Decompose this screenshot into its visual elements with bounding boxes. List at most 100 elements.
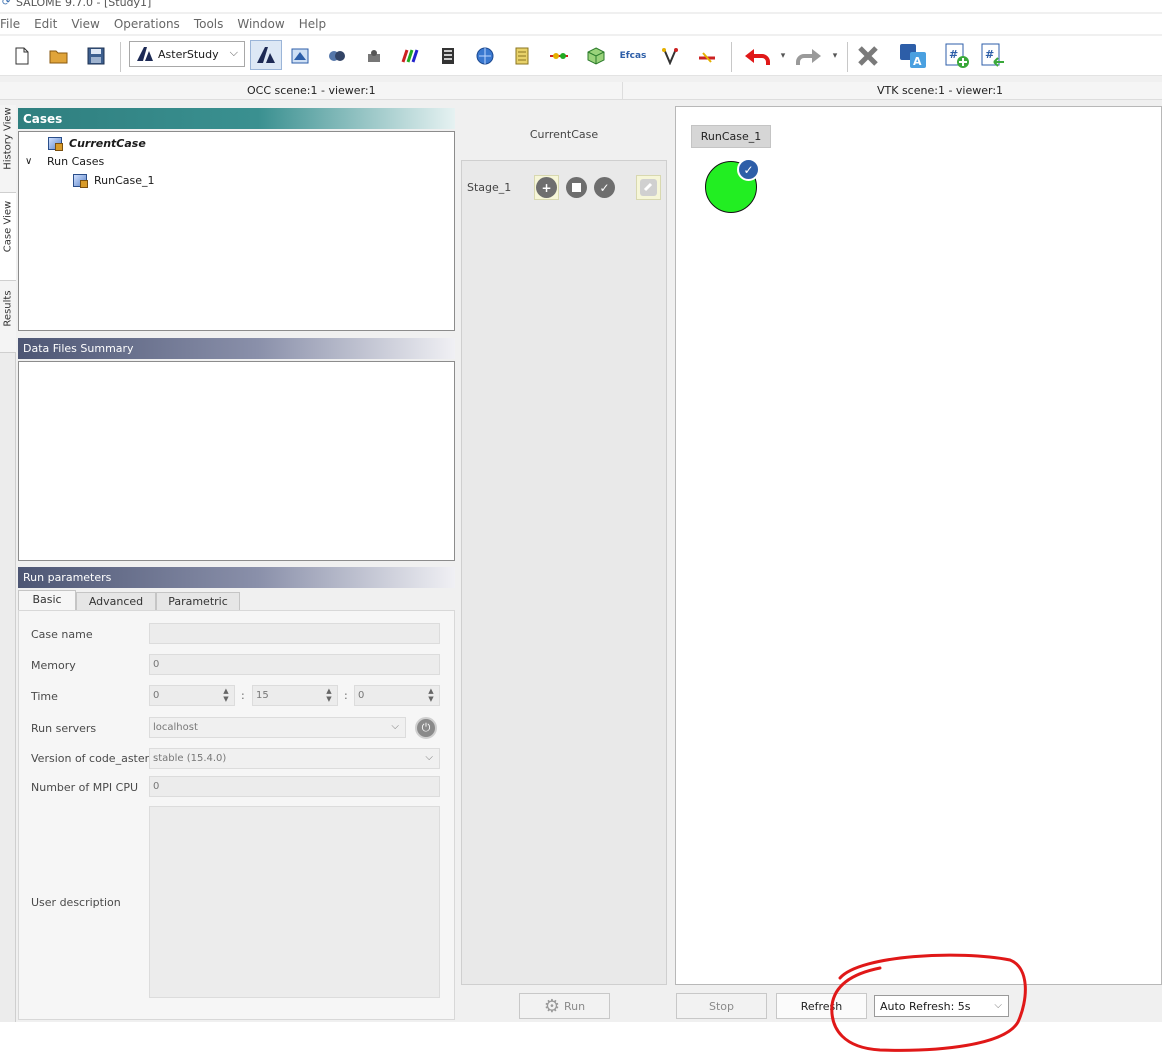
run-parameters-header: Run parameters	[18, 567, 455, 588]
redo-dropdown-icon[interactable]: ▾	[828, 43, 842, 69]
refresh-button[interactable]: Refresh	[776, 993, 867, 1019]
open-folder-icon[interactable]	[46, 43, 72, 69]
time-separator: :	[344, 689, 348, 702]
menu-tools[interactable]: Tools	[187, 17, 231, 31]
smesh-icon[interactable]	[324, 43, 350, 69]
mpi-cpu-field[interactable]: 0	[149, 776, 440, 797]
status-bar	[0, 1022, 1162, 1055]
case-icon	[73, 173, 88, 188]
memory-label: Memory	[31, 659, 76, 672]
time-minutes-stepper[interactable]: 15 ▲ ▼	[252, 685, 338, 706]
redo-icon[interactable]	[792, 43, 826, 69]
tab-results[interactable]: Results	[0, 281, 16, 353]
tab-basic[interactable]: Basic	[18, 590, 76, 610]
salome-app-icon: ⟳	[2, 0, 11, 8]
matrix-icon[interactable]	[435, 43, 461, 69]
notes-icon[interactable]	[509, 43, 535, 69]
user-description-textarea[interactable]	[149, 806, 440, 998]
delete-icon[interactable]	[855, 43, 881, 69]
tool-icon[interactable]	[694, 43, 720, 69]
globe-icon[interactable]	[472, 43, 498, 69]
run-servers-label: Run servers	[31, 722, 97, 735]
paravis-icon[interactable]	[361, 43, 387, 69]
tab-case-view-label: Case View	[2, 200, 14, 253]
title-bar: ⟳ SALOME 9.7.0 - [Study1]	[0, 0, 1162, 12]
cases-tree: CurrentCase ∨ Run Cases RunCase_1	[18, 131, 455, 331]
tab-parametric[interactable]: Parametric	[156, 592, 240, 610]
module-name: AsterStudy	[158, 47, 219, 61]
memory-field[interactable]: 0	[149, 654, 440, 675]
time-hours-value: 0	[153, 690, 160, 701]
spin-arrows-icon[interactable]: ▲ ▼	[219, 687, 233, 704]
chevron-down-icon[interactable]: ∨	[25, 156, 47, 167]
viewer-title-bar: OCC scene:1 - viewer:1 VTK scene:1 - vie…	[0, 82, 1162, 100]
translate-icon[interactable]: A	[897, 43, 929, 69]
geometry-icon[interactable]	[287, 43, 313, 69]
menu-window[interactable]: Window	[230, 17, 291, 31]
occ-viewer-title[interactable]: OCC scene:1 - viewer:1	[247, 84, 376, 97]
version-select[interactable]: stable (15.4.0) ⌵	[149, 748, 440, 769]
stop-stage-icon[interactable]	[566, 177, 587, 198]
run-cases-label: Run Cases	[47, 154, 105, 168]
new-file-icon[interactable]	[9, 43, 35, 69]
menu-edit[interactable]: Edit	[27, 17, 64, 31]
efcas-icon[interactable]: Efcas	[620, 43, 647, 69]
spin-arrows-icon[interactable]: ▲ ▼	[424, 687, 438, 704]
attachment-icon[interactable]	[636, 175, 661, 200]
user-description-label: User description	[31, 896, 121, 909]
run-servers-value: localhost	[153, 722, 198, 733]
run-servers-select[interactable]: localhost ⌵	[149, 717, 406, 738]
case-icon	[48, 136, 63, 151]
tree-item-run-cases[interactable]: ∨ Run Cases	[25, 152, 104, 170]
stop-button[interactable]: Stop	[676, 993, 767, 1019]
runcase-1-label: RunCase_1	[94, 173, 155, 187]
time-hours-stepper[interactable]: 0 ▲ ▼	[149, 685, 235, 706]
svg-text:#: #	[949, 48, 958, 61]
run-button[interactable]: ⚙ Run	[519, 993, 610, 1019]
version-value: stable (15.4.0)	[153, 753, 227, 764]
tab-advanced[interactable]: Advanced	[76, 592, 156, 610]
case-name-field[interactable]	[149, 623, 440, 644]
gear-icon: ⚙	[543, 995, 561, 1017]
cube-icon[interactable]	[583, 43, 609, 69]
svg-text:A: A	[913, 55, 922, 68]
add-stage-icon[interactable]: +	[536, 177, 557, 198]
pipeline-icon[interactable]	[546, 43, 572, 69]
tree-item-current-case[interactable]: CurrentCase	[48, 134, 146, 152]
undo-dropdown-icon[interactable]: ▾	[776, 43, 790, 69]
module-selector[interactable]: AsterStudy ⌵	[129, 41, 245, 67]
spin-arrows-icon[interactable]: ▲ ▼	[322, 687, 336, 704]
refresh-servers-icon[interactable]: ⏻	[415, 717, 437, 739]
rainbow-icon[interactable]	[398, 43, 424, 69]
asterstudy-module-icon[interactable]	[250, 40, 282, 70]
check-stage-icon[interactable]: ✓	[594, 177, 615, 198]
data-files-header: Data Files Summary	[18, 338, 455, 359]
stages-panel: Stage_1 + ✓	[461, 160, 667, 985]
add-parameter-icon[interactable]: #	[942, 43, 972, 69]
stage-label[interactable]: Stage_1	[467, 181, 511, 194]
tab-history-view[interactable]: History View	[0, 105, 16, 193]
menu-view[interactable]: View	[64, 17, 106, 31]
chevron-down-icon: ⌵	[391, 721, 399, 732]
auto-refresh-select[interactable]: Auto Refresh: 5s ⌵	[874, 995, 1009, 1017]
run-parameters-form: Case name Memory 0 Time 0 ▲ ▼ : 15 ▲ ▼ : 0…	[18, 610, 455, 1020]
svg-text:#: #	[985, 48, 994, 61]
asterstudy-logo-icon	[137, 47, 153, 61]
save-icon[interactable]	[83, 43, 109, 69]
menu-operations[interactable]: Operations	[107, 17, 187, 31]
vtk-viewer-title[interactable]: VTK scene:1 - viewer:1	[877, 84, 1003, 97]
menu-help[interactable]: Help	[292, 17, 333, 31]
undo-icon[interactable]	[740, 43, 774, 69]
tab-case-view[interactable]: Case View	[0, 193, 16, 281]
branch-icon[interactable]	[657, 43, 683, 69]
runcase-tag[interactable]: RunCase_1	[691, 125, 771, 148]
case-name-label: Case name	[31, 628, 93, 641]
time-seconds-value: 0	[358, 690, 365, 701]
tree-item-runcase-1[interactable]: RunCase_1	[73, 171, 155, 189]
data-files-list[interactable]	[18, 361, 455, 561]
tab-history-view-label: History View	[2, 107, 14, 170]
time-seconds-stepper[interactable]: 0 ▲ ▼	[354, 685, 440, 706]
params-tab-bar: Basic Advanced Parametric	[18, 590, 455, 610]
link-parameter-icon[interactable]: #	[978, 43, 1008, 69]
menu-file[interactable]: File	[0, 17, 27, 31]
